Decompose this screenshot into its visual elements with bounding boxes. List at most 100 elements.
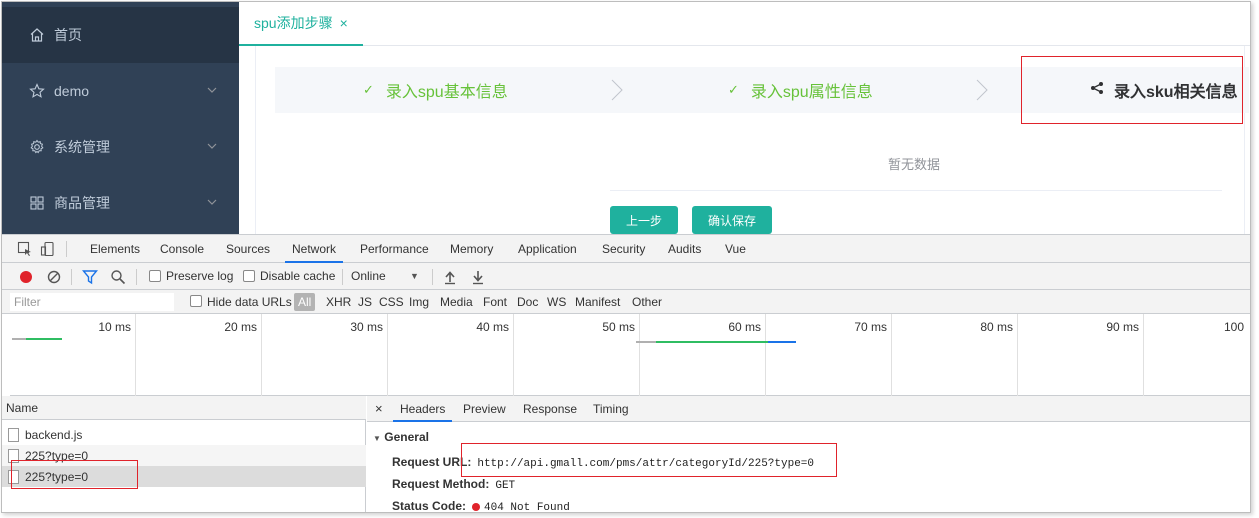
timeline-tick-label: 10 ms xyxy=(98,320,131,334)
steps-bar: ✓ 录入spu基本信息 ✓ 录入spu属性信息 录入sku相关信息 xyxy=(275,67,1249,113)
divider xyxy=(610,190,1222,191)
sidebar-item-home[interactable]: 首页 xyxy=(2,7,239,63)
share-icon xyxy=(1090,81,1104,100)
preserve-log-label: Preserve log xyxy=(166,269,234,283)
header-value-request-method: GET xyxy=(495,480,516,492)
timeline-tick-label: 20 ms xyxy=(224,320,257,334)
confirm-save-button[interactable]: 确认保存 xyxy=(692,206,772,234)
star-icon xyxy=(28,82,46,100)
tab-preview[interactable]: Preview xyxy=(463,396,506,422)
timeline-gridline xyxy=(261,314,262,396)
sidebar-item-system[interactable]: 系统管理 xyxy=(2,119,239,175)
name-column-header[interactable]: Name xyxy=(2,396,366,420)
tab-timing[interactable]: Timing xyxy=(593,396,629,422)
check-icon: ✓ xyxy=(363,82,374,97)
prev-button[interactable]: 上一步 xyxy=(610,206,678,234)
clear-icon[interactable] xyxy=(46,269,62,285)
filter-type-manifest[interactable]: Manifest xyxy=(575,295,620,309)
timeline-tick-label: 60 ms xyxy=(728,320,761,334)
tab-bar: spu添加步骤 × xyxy=(239,2,1250,46)
filter-type-media[interactable]: Media xyxy=(440,295,473,309)
tab-response[interactable]: Response xyxy=(523,396,577,422)
file-icon xyxy=(8,427,19,442)
filter-type-xhr[interactable]: XHR xyxy=(326,295,351,309)
tab-security[interactable]: Security xyxy=(602,235,645,263)
filter-type-css[interactable]: CSS xyxy=(379,295,404,309)
timeline-tick-label: 90 ms xyxy=(1106,320,1139,334)
sidebar-item-label: 系统管理 xyxy=(54,139,110,155)
tab-performance[interactable]: Performance xyxy=(360,235,429,263)
toolbar-divider xyxy=(136,269,137,285)
devtools-panel: Elements Console Sources Network Perform… xyxy=(2,234,1250,513)
filter-input[interactable] xyxy=(10,293,174,311)
timeline-gridline xyxy=(1017,314,1018,396)
hide-data-urls-checkbox[interactable] xyxy=(190,295,202,307)
tab-elements[interactable]: Elements xyxy=(90,235,140,263)
tab-console[interactable]: Console xyxy=(160,235,204,263)
chevron-down-icon xyxy=(207,143,217,149)
record-icon[interactable] xyxy=(18,269,34,285)
tab-audits[interactable]: Audits xyxy=(668,235,701,263)
toolbar-divider xyxy=(432,269,433,285)
check-icon: ✓ xyxy=(728,82,739,97)
filter-type-js[interactable]: JS xyxy=(358,295,372,309)
search-icon[interactable] xyxy=(110,269,126,285)
network-toolbar: Preserve log Disable cache Online ▼ xyxy=(2,263,1250,290)
content-card: ✓ 录入spu基本信息 ✓ 录入spu属性信息 录入sku相关信息 暂无数据 上… xyxy=(255,46,1249,234)
device-toolbar-icon[interactable] xyxy=(40,241,56,257)
tab-sources[interactable]: Sources xyxy=(226,235,270,263)
close-icon[interactable]: × xyxy=(340,15,348,31)
request-row[interactable]: 225?type=0 xyxy=(2,445,366,466)
step-separator-icon xyxy=(976,79,988,101)
tab-application[interactable]: Application xyxy=(518,235,577,263)
header-row-request-url: Request URL: http://api.gmall.com/pms/att… xyxy=(392,455,814,470)
timeline-gridline xyxy=(639,314,640,396)
close-icon[interactable]: × xyxy=(375,396,383,422)
export-icon[interactable] xyxy=(470,269,486,285)
request-row[interactable]: backend.js xyxy=(2,424,366,445)
tab-network[interactable]: Network xyxy=(285,235,344,263)
sidebar-item-demo[interactable]: demo xyxy=(2,63,239,119)
step-label: 录入spu基本信息 xyxy=(385,84,508,101)
disable-cache-checkbox[interactable] xyxy=(243,270,255,282)
request-detail: × Headers Preview Response Timing ▼ Gene… xyxy=(367,396,1250,513)
import-icon[interactable] xyxy=(442,269,458,285)
sidebar-item-label: demo xyxy=(54,83,90,99)
chevron-down-icon[interactable]: ▼ xyxy=(410,271,419,281)
filter-type-other[interactable]: Other xyxy=(632,295,662,309)
timeline-request-bar xyxy=(768,341,796,343)
filter-type-all[interactable]: All xyxy=(294,293,316,311)
tab-spu-steps[interactable]: spu添加步骤 × xyxy=(239,2,363,46)
request-list: Name backend.js 225?type=0 225?type=0 xyxy=(2,396,366,512)
header-value-request-url: http://api.gmall.com/pms/attr/categoryId… xyxy=(477,458,814,470)
disable-cache-label: Disable cache xyxy=(260,269,336,283)
inspect-icon[interactable] xyxy=(17,241,33,257)
tab-vue[interactable]: Vue xyxy=(725,235,746,263)
app-main: spu添加步骤 × ✓ 录入spu基本信息 ✓ 录入spu属性信息 录入sku相… xyxy=(239,2,1250,234)
filter-type-img[interactable]: Img xyxy=(409,295,429,309)
tab-headers[interactable]: Headers xyxy=(393,396,453,422)
general-section-header[interactable]: ▼ General xyxy=(373,430,429,444)
timeline-tick-label: 50 ms xyxy=(602,320,635,334)
request-row-selected[interactable]: 225?type=0 xyxy=(2,466,366,487)
filter-type-ws[interactable]: WS xyxy=(547,295,566,309)
header-key: Request URL: xyxy=(392,455,472,469)
filter-icon[interactable] xyxy=(82,269,98,285)
request-name: 225?type=0 xyxy=(25,448,89,463)
preserve-log-checkbox[interactable] xyxy=(149,270,161,282)
chevron-down-icon xyxy=(207,199,217,205)
filter-type-doc[interactable]: Doc xyxy=(517,295,538,309)
throttle-select[interactable]: Online xyxy=(351,269,386,283)
step-2: ✓ 录入spu属性信息 xyxy=(728,67,873,113)
sidebar-item-products[interactable]: 商品管理 xyxy=(2,175,239,231)
toolbar-divider xyxy=(66,241,67,257)
tab-memory[interactable]: Memory xyxy=(450,235,493,263)
timeline-tick-label: 100 xyxy=(1223,320,1244,334)
header-value-status-code: 404 Not Found xyxy=(484,502,570,513)
status-error-icon xyxy=(472,502,481,511)
step-label: 录入spu属性信息 xyxy=(750,84,873,101)
request-name: 225?type=0 xyxy=(25,469,89,484)
timeline-gridline xyxy=(387,314,388,396)
detail-tab-bar: × Headers Preview Response Timing xyxy=(367,396,1250,422)
filter-type-font[interactable]: Font xyxy=(483,295,507,309)
